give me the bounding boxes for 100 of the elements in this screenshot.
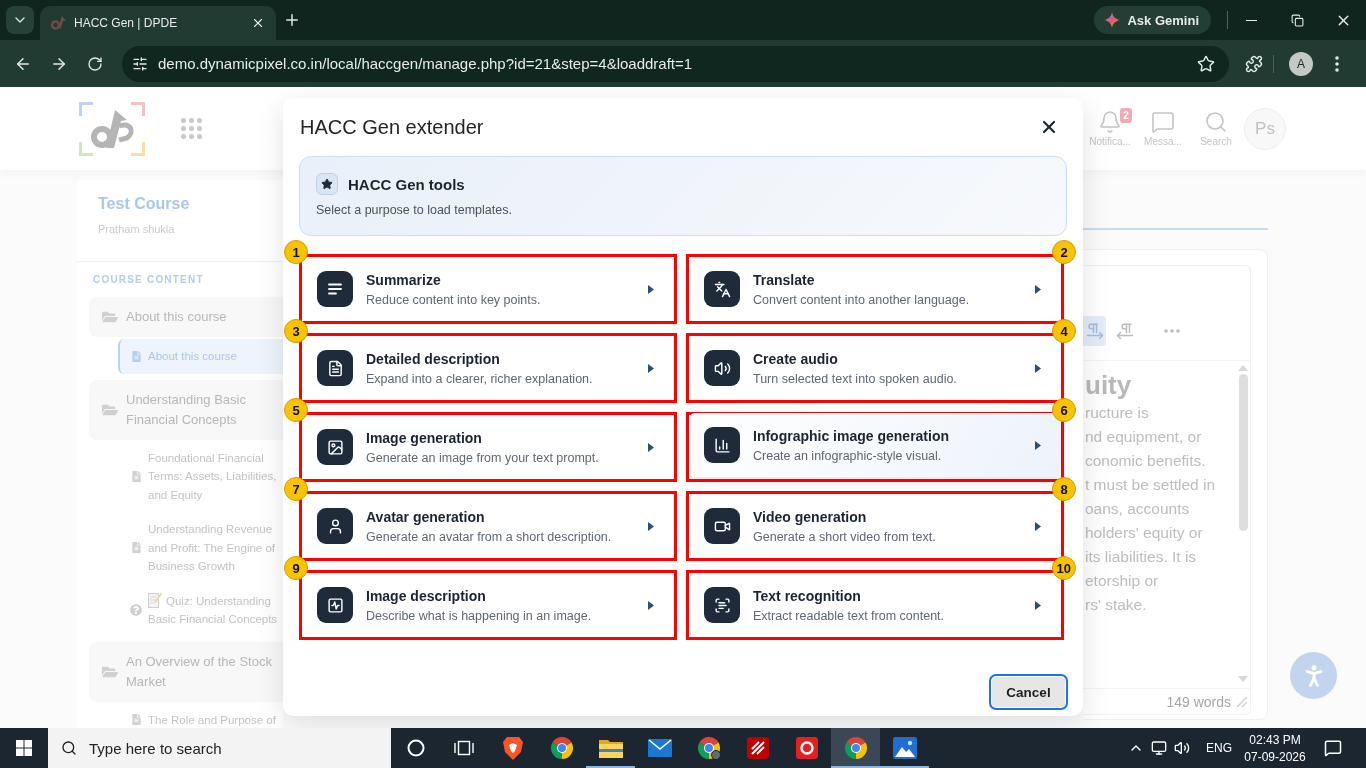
editor-text-line: ructure is bbox=[1085, 403, 1149, 423]
windows-icon bbox=[16, 740, 32, 756]
tool-description: Create an infographic-style visual. bbox=[753, 448, 942, 463]
circle-logo-icon bbox=[696, 736, 721, 760]
tool-description: Expand into a clearer, richer explanation. bbox=[366, 371, 593, 386]
editor-text-line: oans, accounts bbox=[1085, 499, 1190, 519]
section-heading: COURSE CONTENT bbox=[93, 274, 204, 286]
tab-search-button[interactable] bbox=[6, 6, 34, 34]
landscape-icon bbox=[892, 737, 917, 759]
number-badge: 5 bbox=[284, 398, 308, 422]
memo-icon bbox=[148, 591, 162, 608]
course-title: Test Course bbox=[98, 194, 190, 214]
caret-right-icon bbox=[1035, 521, 1041, 531]
bookmark-star-icon[interactable] bbox=[1197, 54, 1215, 73]
tool-title: Create audio bbox=[753, 350, 838, 367]
sparkle-icon bbox=[1104, 12, 1121, 28]
close-icon bbox=[251, 16, 265, 30]
caret-right-icon bbox=[1035, 440, 1041, 450]
editor-text-line: its liabilities. It is bbox=[1085, 547, 1197, 567]
menu-icon bbox=[1335, 55, 1339, 72]
editor-heading: uity bbox=[1085, 369, 1132, 401]
document-icon bbox=[130, 714, 142, 726]
editor-text-line: etorship or bbox=[1085, 571, 1159, 591]
language-indicator[interactable]: ENG bbox=[1200, 728, 1238, 768]
plus-icon bbox=[283, 11, 301, 29]
number-badge: 4 bbox=[1052, 319, 1076, 343]
editor-text-line: rs' stake. bbox=[1085, 595, 1147, 615]
puzzle-icon bbox=[1245, 54, 1263, 73]
circle-logo-icon bbox=[549, 736, 574, 760]
profile-avatar[interactable]: A bbox=[1289, 51, 1313, 76]
search-icon bbox=[1204, 110, 1228, 134]
number-badge: 2 bbox=[1052, 240, 1076, 264]
browser-tab[interactable]: HACC Gen | DPDE bbox=[40, 6, 276, 40]
tool-title: Avatar generation bbox=[366, 508, 485, 525]
caret-right-icon bbox=[1035, 363, 1041, 373]
editor-text-line: nd equipment, or bbox=[1085, 427, 1202, 447]
panel-subtitle: Select a purpose to load templates. bbox=[316, 203, 512, 217]
tool-description: Turn selected text into spoken audio. bbox=[753, 371, 957, 386]
ring-icon bbox=[407, 739, 425, 757]
speaker-icon bbox=[1174, 740, 1191, 756]
tool-description: Describe what is happening in an image. bbox=[366, 608, 592, 623]
reload-icon bbox=[87, 55, 103, 72]
editor-text-line: t must be settled in bbox=[1085, 475, 1216, 495]
resize-handle-icon[interactable] bbox=[1237, 696, 1247, 707]
modal-title: HACC Gen extender bbox=[300, 115, 484, 139]
number-badge: 1 bbox=[284, 240, 308, 264]
chat-icon bbox=[1151, 110, 1175, 134]
site-logo bbox=[79, 101, 145, 156]
number-badge: 7 bbox=[284, 477, 308, 501]
ask-gemini-button[interactable]: Ask Gemini bbox=[1094, 6, 1211, 34]
minimize-icon bbox=[1245, 19, 1257, 21]
star-icon bbox=[316, 173, 338, 195]
tool-title: Text recognition bbox=[753, 587, 861, 604]
tool-description: Reduce content into key points. bbox=[366, 292, 541, 307]
address-bar[interactable]: demo.dynamicpixel.co.in/local/haccgen/manage.php?id=21&step=4&loaddraft=1 bbox=[122, 45, 1229, 82]
tool-title: Image generation bbox=[366, 429, 482, 446]
clock[interactable]: 02:43 PM 07-09-2026 bbox=[1240, 728, 1310, 768]
caret-right-icon bbox=[648, 442, 654, 452]
search-field[interactable]: Type here to search bbox=[48, 728, 391, 768]
sliders-icon[interactable] bbox=[132, 55, 148, 72]
video-camera-icon bbox=[704, 508, 740, 544]
panel-title: HACC Gen tools bbox=[348, 175, 465, 193]
number-badge: 6 bbox=[1052, 398, 1076, 422]
caret-right-icon bbox=[648, 284, 654, 294]
editor-text-line: holders' equity or bbox=[1085, 523, 1203, 543]
translate-icon bbox=[704, 271, 740, 307]
envelope-icon bbox=[647, 739, 672, 757]
tool-description: Convert content into another language. bbox=[753, 292, 970, 307]
caret-right-icon bbox=[648, 363, 654, 373]
caret-right-icon bbox=[648, 521, 654, 531]
logo-icon bbox=[50, 15, 66, 31]
folder-icon bbox=[598, 738, 623, 758]
tool-title: Summarize bbox=[366, 271, 441, 288]
circle-logo-icon bbox=[843, 736, 868, 760]
question-icon bbox=[130, 604, 142, 616]
tool-title: Detailed description bbox=[366, 350, 500, 367]
search-icon bbox=[61, 740, 77, 756]
tool-title: Image description bbox=[366, 587, 486, 604]
notification-icon bbox=[1324, 739, 1342, 757]
number-badge: 8 bbox=[1052, 477, 1076, 501]
bar-chart-icon bbox=[704, 427, 740, 463]
person-icon bbox=[317, 508, 353, 544]
bell-icon bbox=[1098, 110, 1122, 134]
document-icon bbox=[317, 350, 353, 386]
number-badge: 9 bbox=[284, 556, 308, 580]
word-count: 149 words bbox=[1166, 693, 1231, 710]
task-view-icon bbox=[454, 739, 474, 757]
tile-logo-icon bbox=[795, 737, 818, 759]
caret-right-icon bbox=[1035, 284, 1041, 294]
document-icon bbox=[130, 470, 142, 482]
tool-description: Generate a short video from text. bbox=[753, 529, 936, 544]
document-icon bbox=[130, 542, 142, 554]
cancel-button[interactable]: Cancel bbox=[989, 674, 1068, 710]
scrollbar-thumb[interactable] bbox=[1238, 374, 1248, 531]
caret-right-icon bbox=[648, 600, 654, 610]
tool-title: Infographic image generation bbox=[753, 427, 950, 444]
pilcrow-right-icon bbox=[1085, 322, 1104, 340]
scan-text-icon bbox=[704, 587, 740, 623]
tool-card[interactable]: Infographic image generation Create an infographic-style visual. bbox=[689, 413, 1061, 477]
number-badge: 3 bbox=[284, 319, 308, 343]
